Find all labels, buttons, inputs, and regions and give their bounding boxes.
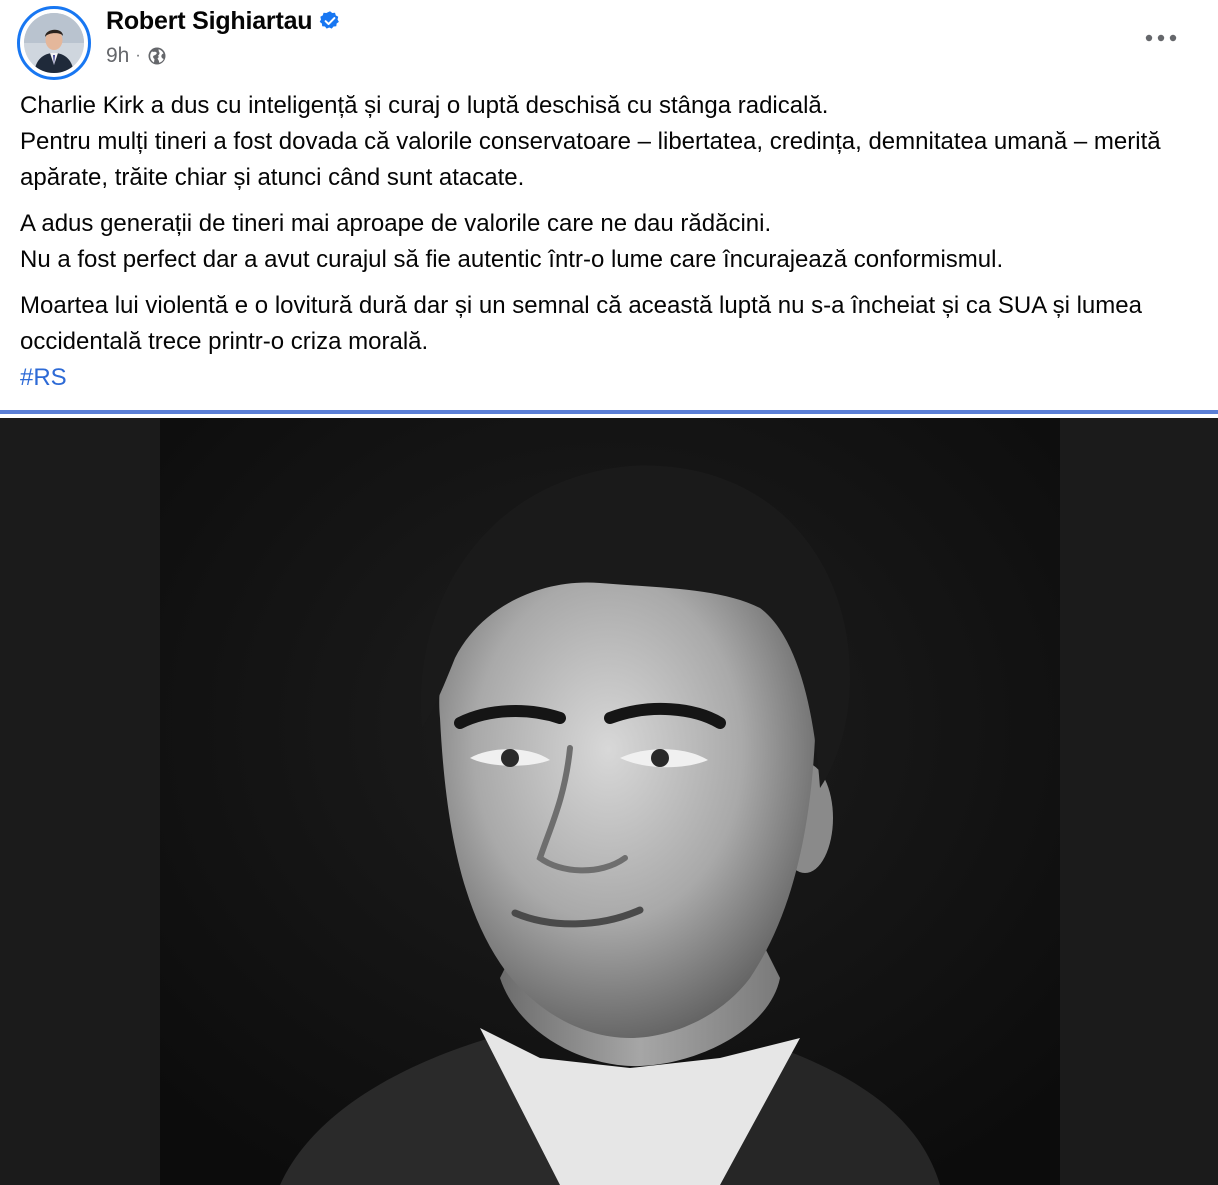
post-line: Moartea lui violentă e o lovitură dură d… <box>20 292 1149 355</box>
hashtag-link[interactable]: #RS <box>20 360 67 396</box>
post-line: Charlie Kirk a dus cu inteligență și cur… <box>20 92 829 119</box>
author-name[interactable]: Robert Sighiartau <box>106 7 313 36</box>
avatar-image <box>24 13 84 73</box>
author-avatar[interactable] <box>17 6 91 80</box>
portrait-illustration <box>160 418 1060 1185</box>
avatar-portrait <box>24 13 84 73</box>
post-text: Charlie Kirk a dus cu inteligență și cur… <box>20 88 1205 396</box>
globe-icon[interactable] <box>147 46 167 66</box>
post-photo[interactable] <box>0 418 1218 1185</box>
more-options-button[interactable] <box>1140 22 1182 54</box>
verified-badge-icon <box>319 10 341 32</box>
post-timestamp[interactable]: 9h <box>106 44 129 68</box>
post-meta: 9h · <box>106 42 341 70</box>
post-line: Pentru mulți tineri a fost dovada că val… <box>20 128 1168 191</box>
author-row: Robert Sighiartau <box>106 4 341 38</box>
post-paragraph-3: Moartea lui violentă e o lovitură dură d… <box>20 288 1205 360</box>
post-paragraph-1: Charlie Kirk a dus cu inteligență și cur… <box>20 88 1205 196</box>
more-options-icon <box>1145 34 1177 42</box>
post-paragraph-2: A adus generații de tineri mai aproape d… <box>20 206 1205 278</box>
post-header: Robert Sighiartau 9h · <box>0 0 1218 88</box>
author-block: Robert Sighiartau 9h · <box>106 4 341 70</box>
portrait-photo <box>160 418 1060 1185</box>
post-line: A adus generații de tineri mai aproape d… <box>20 210 772 237</box>
post-line: Nu a fost perfect dar a avut curajul să … <box>20 246 1004 273</box>
meta-separator: · <box>135 47 141 64</box>
